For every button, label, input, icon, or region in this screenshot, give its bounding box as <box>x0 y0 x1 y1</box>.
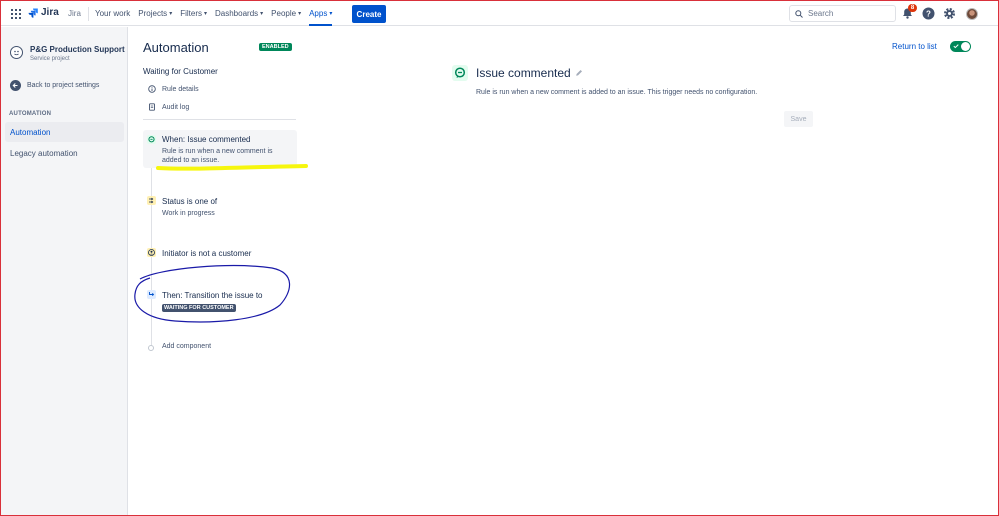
project-name: P&G Production Support <box>30 45 125 54</box>
settings-gear-icon[interactable] <box>943 7 956 20</box>
nav-your-work[interactable]: Your work <box>91 1 134 26</box>
page-title: Automation <box>143 40 209 55</box>
sidebar-section-label: AUTOMATION <box>9 111 52 117</box>
toggle-knob <box>961 42 970 51</box>
shuffle-icon <box>147 196 156 205</box>
back-to-settings-link[interactable]: Back to project settings <box>10 80 99 91</box>
component-description: Rule is run when a new comment is added … <box>476 89 758 96</box>
add-component-button[interactable]: Add component <box>162 343 211 350</box>
audit-log-link[interactable]: Audit log <box>148 103 189 111</box>
status-badge: ENABLED <box>259 43 292 51</box>
create-button[interactable]: Create <box>352 5 386 23</box>
step-subtitle: Rule is run when a new comment is <box>162 148 273 155</box>
comment-trigger-icon <box>452 65 468 81</box>
info-icon <box>148 85 156 93</box>
nav-people[interactable]: People ▾ <box>267 1 305 26</box>
notification-count-badge: 8 <box>908 4 917 12</box>
sidebar-item-automation[interactable]: Automation <box>5 122 124 142</box>
nav-divider <box>88 7 89 21</box>
nav-apps-label: Apps <box>309 9 328 18</box>
rule-step-condition-initiator[interactable]: Initiator is not a customer <box>143 245 297 263</box>
nav-dashboards[interactable]: Dashboards ▾ <box>211 1 267 26</box>
project-sidebar: P&G Production Support Service project B… <box>1 27 128 515</box>
step-subtitle-cont: added to an issue. <box>162 157 220 164</box>
top-navigation: Jira Jira Your work Projects ▾ Filters ▾ D… <box>1 1 998 26</box>
back-label: Back to project settings <box>27 82 100 89</box>
help-icon[interactable]: ? <box>922 7 935 20</box>
search-icon <box>795 10 803 18</box>
component-title: Issue commented <box>476 66 583 80</box>
nav-filters[interactable]: Filters ▾ <box>176 1 211 26</box>
audit-log-label: Audit log <box>162 103 190 111</box>
comment-icon <box>147 135 156 144</box>
logo-text: Jira <box>41 7 59 18</box>
sidebar-item-legacy-automation[interactable]: Legacy automation <box>5 143 124 163</box>
nav-projects-label: Projects <box>138 9 168 18</box>
product-label: Jira <box>68 9 81 18</box>
document-icon <box>149 103 155 111</box>
nav-apps[interactable]: Apps ▾ <box>305 1 336 26</box>
chevron-down-icon: ▾ <box>260 11 264 17</box>
component-title-text: Issue commented <box>476 66 571 80</box>
chevron-down-icon: ▾ <box>169 11 173 17</box>
arrow-left-icon <box>10 80 21 91</box>
project-face-icon <box>14 50 19 56</box>
rule-details-label: Rule details <box>162 85 199 93</box>
edit-pencil-icon[interactable] <box>575 69 583 77</box>
rule-enabled-toggle[interactable] <box>950 41 971 52</box>
status-lozenge: WAITING FOR CUSTOMER <box>162 304 236 312</box>
nav-projects[interactable]: Projects ▾ <box>134 1 176 26</box>
user-icon <box>147 248 156 257</box>
user-avatar[interactable] <box>966 8 978 20</box>
svg-text:?: ? <box>926 9 931 18</box>
section-divider <box>143 119 296 120</box>
save-button[interactable]: Save <box>784 111 813 127</box>
chevron-down-icon: ▾ <box>203 11 207 17</box>
step-title: Initiator is not a customer <box>162 249 252 258</box>
nav-dashboards-label: Dashboards <box>215 9 259 18</box>
return-to-list-link[interactable]: Return to list <box>892 42 937 51</box>
check-icon <box>953 44 959 49</box>
rule-name: Waiting for Customer <box>143 67 218 76</box>
project-avatar-icon <box>10 46 23 59</box>
search-box[interactable] <box>789 5 896 22</box>
nav-menu: Your work Projects ▾ Filters ▾ Dashboards ▾… <box>91 1 336 26</box>
rule-details-link[interactable]: Rule details <box>148 85 199 93</box>
step-subtitle: Work in progress <box>162 210 215 217</box>
chevron-down-icon: ▾ <box>298 11 302 17</box>
add-component-dot <box>148 345 154 351</box>
jira-logo[interactable]: Jira <box>28 7 59 18</box>
rule-step-condition-status[interactable]: Status is one of Work in progress <box>143 193 297 221</box>
step-title: Then: Transition the issue to <box>162 291 263 300</box>
nav-your-work-label: Your work <box>95 9 131 18</box>
transition-icon <box>147 290 156 299</box>
step-title: When: Issue commented <box>162 135 251 144</box>
search-input[interactable] <box>808 9 888 18</box>
jira-logo-icon <box>28 8 38 18</box>
rule-step-trigger[interactable]: When: Issue commented Rule is run when a… <box>143 130 297 168</box>
chevron-down-icon: ▾ <box>329 11 333 17</box>
project-type: Service project <box>30 56 70 62</box>
app-switcher-icon[interactable] <box>11 9 21 19</box>
rule-step-action-transition[interactable]: Then: Transition the issue to WAITING FO… <box>143 287 297 315</box>
step-title: Status is one of <box>162 197 218 206</box>
nav-people-label: People <box>271 9 297 18</box>
nav-filters-label: Filters <box>180 9 202 18</box>
